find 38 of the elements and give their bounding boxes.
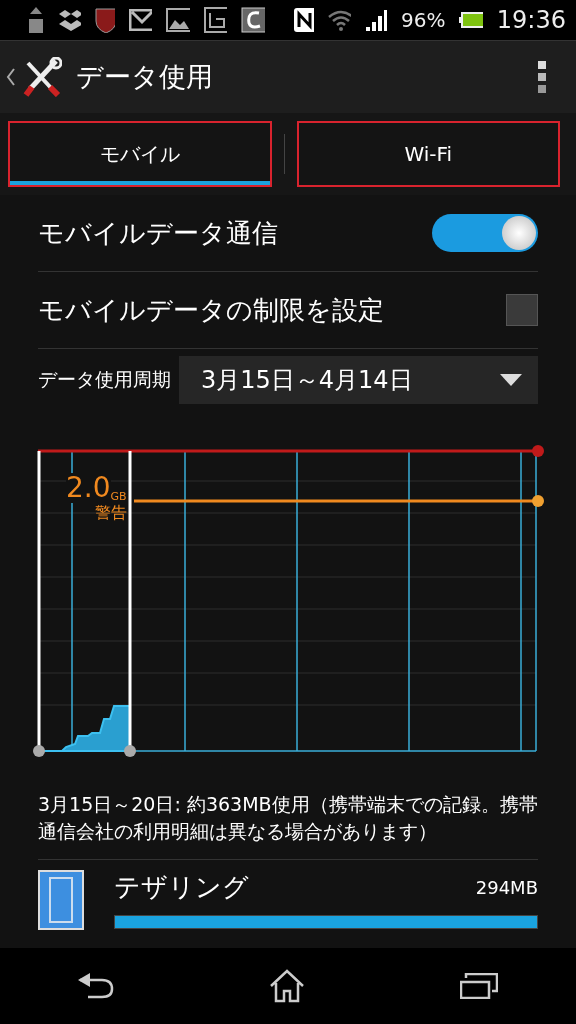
toggle-switch[interactable] (432, 214, 538, 252)
tab[interactable]: モバイル (8, 121, 272, 187)
overflow-menu-icon[interactable] (538, 61, 546, 93)
warning-label: 警告 (94, 503, 127, 524)
tools-icon (22, 57, 62, 97)
battery-percent: 96% (401, 8, 446, 32)
screen-title: データ使用 (76, 60, 213, 94)
box-icon (57, 8, 82, 32)
app-icon (241, 7, 265, 33)
wifi-icon (328, 9, 352, 31)
home-icon[interactable] (269, 969, 305, 1003)
tab[interactable]: Wi-Fi (296, 121, 560, 187)
shield-icon (95, 7, 116, 33)
usage-summary: 3月15日～20日: 約363MB使用（携帯端末での記録。携帯通信会社の利用明細は異なる場合があります） (38, 781, 538, 860)
recent-apps-icon[interactable] (460, 973, 499, 999)
upload-icon (26, 7, 44, 33)
warning-value: 2.0 (66, 473, 111, 503)
app-name: テザリング (114, 871, 249, 904)
warning-line[interactable] (134, 495, 544, 507)
clock: 19:36 (496, 6, 566, 34)
setting-label: モバイルデータ通信 (38, 216, 278, 250)
cycle-start-handle[interactable] (33, 451, 45, 757)
app-usage: 294MB (475, 877, 538, 898)
cycle-label: データ使用周期 (38, 367, 171, 392)
battery-icon (459, 12, 483, 28)
back-icon[interactable] (6, 67, 16, 87)
app-icon (38, 870, 84, 930)
image-icon (166, 8, 190, 32)
nfc-icon (292, 7, 315, 33)
signal-icon (365, 9, 387, 31)
warning-unit: GB (110, 490, 127, 503)
mail-icon (129, 9, 153, 31)
cycle-dropdown[interactable]: 3月15日～4月14日 (179, 356, 538, 404)
back-icon[interactable] (77, 973, 114, 999)
setting-label: モバイルデータの制限を設定 (38, 293, 384, 327)
document-icon (203, 7, 228, 33)
dropdown-caret-icon (500, 374, 522, 386)
checkbox[interactable] (506, 294, 538, 326)
